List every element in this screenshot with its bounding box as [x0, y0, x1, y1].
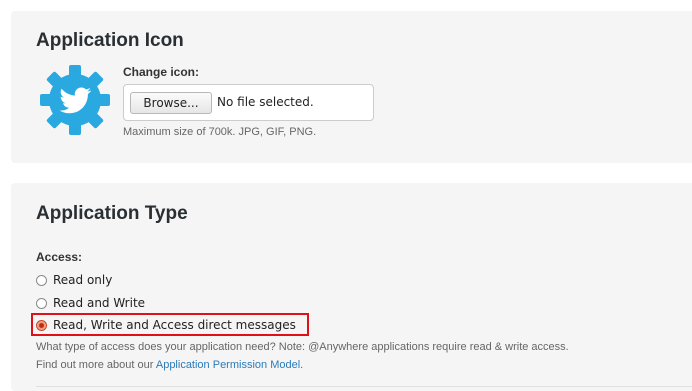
permission-model-note: Find out more about our Application Perm…	[36, 359, 303, 371]
application-type-panel: Application Type Access: Read only Read …	[11, 183, 692, 391]
read-only-radio[interactable]	[36, 274, 47, 286]
section-divider	[36, 386, 692, 387]
read-only-label: Read only	[53, 273, 113, 287]
change-icon-label: Change icon:	[123, 65, 200, 79]
read-write-radio[interactable]	[36, 297, 47, 309]
browse-button[interactable]: Browse...	[130, 92, 212, 114]
application-icon-panel: Application Icon Change icon: Browse... …	[11, 11, 692, 163]
read-write-label: Read and Write	[53, 296, 146, 310]
access-help-text: What type of access does your applicatio…	[36, 341, 569, 353]
access-label: Access:	[36, 250, 83, 264]
file-status-text: No file selected.	[217, 95, 314, 109]
access-option-read-only[interactable]: Read only	[36, 271, 112, 289]
permission-model-prefix: Find out more about our	[36, 359, 156, 371]
file-input[interactable]: Browse... No file selected.	[123, 84, 374, 121]
permission-model-suffix: .	[300, 359, 304, 371]
twitter-bird-gear-icon	[40, 65, 110, 135]
application-type-heading: Application Type	[36, 203, 188, 224]
access-option-read-write[interactable]: Read and Write	[36, 294, 145, 312]
icon-size-hint: Maximum size of 700k. JPG, GIF, PNG.	[123, 126, 317, 138]
selection-highlight-box	[31, 313, 309, 336]
permission-model-link[interactable]: Application Permission Model	[156, 359, 300, 371]
application-icon-heading: Application Icon	[36, 30, 184, 51]
